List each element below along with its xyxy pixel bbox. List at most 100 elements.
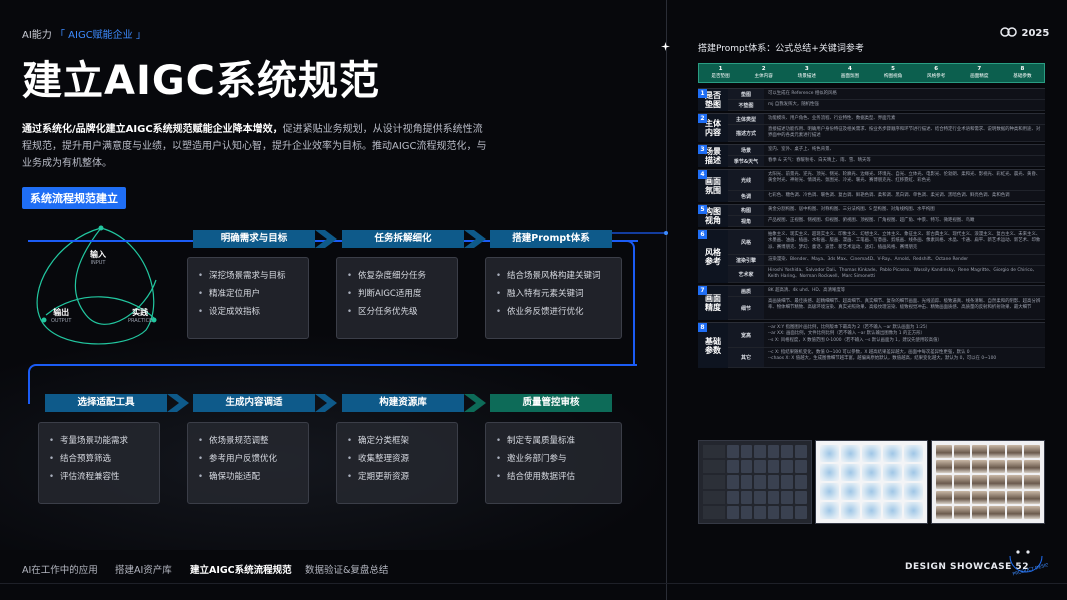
thumbnail-cell [971, 460, 988, 474]
thumbnail-cell [904, 502, 924, 519]
thumbnail-cell [861, 464, 882, 481]
thumbnail-cell [936, 475, 952, 489]
row-label: 主体类型 [728, 114, 764, 124]
row-text: --c X: 指结果随机变化，数值 0~100 可以参数，X 越高结果差异越大，… [764, 348, 1045, 367]
group-header: 3 场景描述 [698, 145, 728, 167]
formula-step-label: 构图视角 [883, 74, 903, 79]
thumbnail-cell [989, 445, 1005, 459]
thumbnail-cell [767, 460, 780, 474]
chevron-right-icon [167, 394, 189, 412]
thumbnail-cell [703, 505, 725, 519]
row-text: 8K 超高清、4k uhd、HD、高清晰度等 [764, 286, 1045, 296]
row-text: 抽象主义、现实主义、超现实主义、印象主义、幻想主义、立体主义、象征主义、新古典主… [764, 230, 1045, 254]
group-header: 6 风格参考 [698, 230, 728, 283]
keyword-group-3: 3 场景描述 场景 室内、室外、桌子上、纯色背景、 季节&天气 春季 & 天气：春暖秋… [698, 144, 1045, 167]
group-name: 基础参数 [705, 336, 721, 355]
chevron-right-icon [315, 230, 337, 248]
table-row: 视角 产品视图、正视图、侧视图、仰视图、俯视图、顶视图、广角视图、超广角、中景、特… [728, 216, 1045, 227]
step-header-7: 质量管控审核 [490, 394, 612, 412]
thumbnail-cell [1024, 505, 1041, 519]
thumbnail-cell [953, 505, 970, 519]
thumbnail-cell [953, 475, 970, 489]
thumbnail-cell [703, 445, 725, 459]
formula-step-label: 是否垫图 [711, 74, 730, 79]
prompt-formula-bar: 1 是否垫图 2 主体内容 3 场景描述 4 画面氛围 5 构图视角 6 风格参考 7 画面精… [698, 63, 1045, 83]
step-card-2: 依复杂度细分任务 判断AIGC适用度 区分任务优先级 [336, 257, 458, 339]
formula-step-label: 风格参考 [926, 74, 946, 79]
row-label: 描述方式 [728, 125, 764, 141]
list-item: 依场景规范调整 [198, 432, 308, 450]
list-item: 设定成效指标 [198, 303, 308, 321]
footer-nav-data-review[interactable]: 数据验证&复盘总结 [305, 562, 388, 576]
thumbnail-cell [767, 445, 780, 459]
list-item: 结合场景风格构建关键词 [496, 267, 621, 285]
thumbnail-cell [781, 445, 794, 459]
thumbnail-cell [861, 502, 882, 519]
footer-nav-ai-work[interactable]: AI在工作中的应用 [22, 562, 98, 576]
step-card-5: 依场景规范调整 参考用户反馈优化 确保功能适配 [187, 422, 309, 504]
table-row: 光线 太阳光、前景光、逆光、顶光、侧光、轮廓光、边缘光、环境光、自光、立体光、电影… [728, 170, 1045, 191]
prompt-keyword-table: 1 是否垫图 垫图 可以生成在 Reference 相似的风格 不垫图 mj 自我发挥… [698, 88, 1045, 370]
table-row: 渲染引擎 渲染漫染、Blender、Maya、3ds Max、Cinema4D、V… [728, 255, 1045, 266]
thumbnail-cell [795, 505, 807, 519]
row-text: 黄金分割构图、居中构图、对称构图、三分法构图、S 型构图、对角线构图、水平构图 [764, 205, 1045, 215]
thumbnail-cell [989, 475, 1005, 489]
group-num: 2 [698, 114, 707, 123]
step-header-1: 明确需求与目标 [193, 230, 315, 248]
step-header-2: 任务拆解细化 [342, 230, 464, 248]
thumbnail-cell [754, 475, 766, 489]
step-header-4: 选择适配工具 [45, 394, 167, 412]
page-title: 建立AIGC系统规范 [22, 58, 381, 104]
footer-nav-aigc-process[interactable]: 建立AIGC系统流程规范 [190, 562, 292, 576]
formula-step: 4 画面氛围 [828, 64, 871, 82]
row-text: --ar X:Y 指图图片画比例，比例版本下最高为 2（若不输入 --ar 默认… [764, 323, 1045, 347]
panel-divider [666, 0, 667, 600]
row-text: Hiroshi Yoshida、Salvador Dali、Thomas Kin… [764, 266, 1045, 282]
group-name: 风格参考 [705, 247, 721, 266]
list-item: 结合使用数据评估 [496, 468, 621, 486]
thumbnail-cell [767, 505, 780, 519]
group-name: 画面精度 [705, 294, 721, 312]
formula-step-label: 场景描述 [797, 74, 816, 79]
thumbnail-cell [781, 460, 794, 474]
step-header-5: 生成内容调适 [193, 394, 315, 412]
row-text: 高画质细节、最佳质感、超精细细节、超高细节、真实细节、复杂的细节画面、光线追踪、… [764, 297, 1045, 319]
thumbnail-cell [1006, 490, 1023, 504]
thumbnail-cell [767, 475, 780, 489]
thumbnail-cell [936, 490, 952, 504]
formula-step: 1 是否垫图 [699, 64, 742, 82]
thumbnail-cell [819, 445, 839, 462]
year-badge: 2025 [1000, 27, 1049, 39]
table-row: 场景 室内、室外、桌子上、纯色背景、 [728, 145, 1045, 156]
formula-step-label: 画面氛围 [840, 74, 860, 79]
product-design-seal-icon: PRODUCT DESIGN [1009, 550, 1048, 577]
thumbnail-cell [819, 483, 839, 500]
table-row: 主体类型 功能模块、用户角色、业务流程、行业特性、数据类型、界面元素 [728, 114, 1045, 125]
row-label: 构图 [728, 205, 764, 215]
row-text: 室内、室外、桌子上、纯色背景、 [764, 145, 1045, 155]
list-item: 制定专属质量标准 [496, 432, 621, 450]
list-item: 结合预算筛选 [49, 450, 159, 468]
thumbnail-cell [840, 502, 860, 519]
thumbnail-cell [727, 475, 739, 489]
keyword-group-1: 1 是否垫图 垫图 可以生成在 Reference 相似的风格 不垫图 mj 自我发挥… [698, 88, 1045, 111]
group-header: 2 主体内容 [698, 114, 728, 142]
breadcrumb: AI能力 「 AIGC赋能企业 」 [22, 26, 146, 41]
thumbnail-cell [740, 460, 753, 474]
row-text: 渲染漫染、Blender、Maya、3ds Max、Cinema4D、V-Ray… [764, 255, 1045, 265]
row-text: 太阳光、前景光、逆光、顶光、侧光、轮廓光、边缘光、环境光、自光、立体光、电影光、… [764, 170, 1045, 190]
group-num: 6 [698, 230, 707, 239]
list-item: 考量场景功能需求 [49, 432, 159, 450]
row-text: 产品视图、正视图、侧视图、仰视图、俯视图、顶视图、广角视图、超广角、中景、特写、… [764, 216, 1045, 226]
thumbnail-cell [861, 483, 882, 500]
footer-nav-asset-library[interactable]: 搭建AI资产库 [115, 562, 172, 576]
row-label: 色调 [728, 191, 764, 201]
row-text: 功能模块、用户角色、业务流程、行业特性、数据类型、界面元素 [764, 114, 1045, 124]
thumbnail-cell [1024, 460, 1041, 474]
list-item: 依复杂度细分任务 [347, 267, 457, 285]
formula-step: 5 构图视角 [872, 64, 915, 82]
thumbnail-cell [883, 483, 903, 500]
row-label: 视角 [728, 216, 764, 226]
ice-render-thumbnail [814, 440, 929, 524]
group-num: 3 [698, 145, 707, 154]
